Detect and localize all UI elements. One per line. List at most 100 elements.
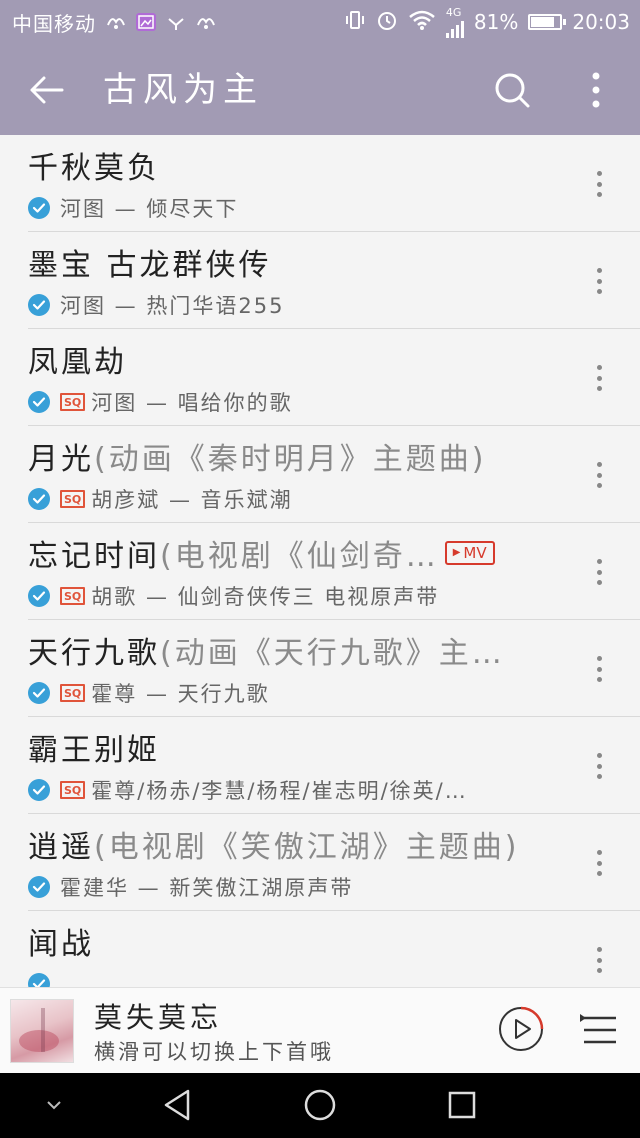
sq-quality-badge: SQ: [60, 684, 86, 702]
song-more-button[interactable]: [584, 749, 614, 783]
sq-quality-badge: SQ: [60, 781, 86, 799]
song-meta-line: SQ 霍尊 — 天行九歌: [28, 678, 548, 708]
album-art[interactable]: [10, 999, 74, 1063]
song-meta-line: 河图 — 倾尽天下: [28, 193, 548, 223]
song-meta-line: 河图 — 热门华语255: [28, 290, 548, 320]
sq-quality-badge: SQ: [60, 490, 86, 508]
dot: [596, 850, 602, 855]
back-button[interactable]: [22, 66, 70, 114]
downloaded-check-icon: [28, 391, 50, 413]
signal-strength-icon: [445, 18, 464, 38]
song-more-button[interactable]: [584, 264, 614, 298]
song-row-5[interactable]: 忘记时间 (电视剧《仙剑奇… ▶ MV SQ 胡歌 — 仙剑奇侠传三 电视原声带: [0, 523, 640, 620]
dot: [596, 753, 602, 758]
sq-quality-badge: SQ: [60, 587, 86, 605]
wifi-icon: [408, 9, 436, 36]
song-row-9[interactable]: 闻战: [0, 911, 640, 987]
song-row-1[interactable]: 千秋莫负 河图 — 倾尽天下: [0, 135, 640, 232]
dot: [596, 860, 602, 866]
battery-icon: [528, 14, 567, 30]
sq-quality-badge: SQ: [60, 393, 86, 411]
song-subtitle: (动画《秦时明月》主题曲): [94, 442, 487, 477]
playlist-queue-button[interactable]: [578, 1012, 622, 1048]
song-title-line: 凤凰劫: [28, 337, 548, 381]
dot: [596, 947, 602, 952]
song-row-6[interactable]: 天行九歌 (动画《天行九歌》主… SQ 霍尊 — 天行九歌: [0, 620, 640, 717]
song-row-2[interactable]: 墨宝 古龙群侠传 河图 — 热门华语255: [0, 232, 640, 329]
status-bar: 中国移动 4G 81% 20:03: [0, 0, 640, 44]
dot: [596, 774, 602, 779]
now-playing-title: 莫失莫忘: [94, 1001, 223, 1034]
battery-percent-label: 81%: [473, 10, 519, 34]
alarm-icon: [376, 9, 398, 36]
song-title: 凤凰劫: [28, 345, 127, 380]
wechat-notification-icon: [166, 13, 186, 31]
downloaded-check-icon: [28, 876, 50, 898]
song-more-button[interactable]: [584, 555, 614, 589]
song-row-4[interactable]: 月光 (动画《秦时明月》主题曲) SQ 胡彦斌 — 音乐斌潮: [0, 426, 640, 523]
mv-badge[interactable]: ▶ MV: [444, 541, 495, 565]
network-type-label: 4G: [445, 5, 462, 19]
back-arrow-icon: [30, 76, 64, 104]
song-title: 逍遥: [28, 830, 94, 865]
dot: [596, 666, 602, 672]
bird-notification-icon-2: [196, 13, 216, 31]
song-row-3[interactable]: 凤凰劫 SQ 河图 — 唱给你的歌: [0, 329, 640, 426]
song-subtitle: (电视剧《仙剑奇…: [160, 539, 439, 574]
dot: [596, 472, 602, 478]
song-row-8[interactable]: 逍遥 (电视剧《笑傲江湖》主题曲) 霍建华 — 新笑傲江湖原声带: [0, 814, 640, 911]
more-vertical-icon: [592, 72, 600, 108]
song-more-button[interactable]: [584, 846, 614, 880]
now-playing-bar[interactable]: 莫失莫忘 横滑可以切换上下首哦: [0, 987, 640, 1073]
song-more-button[interactable]: [584, 167, 614, 201]
downloaded-check-icon: [28, 779, 50, 801]
song-more-button[interactable]: [584, 943, 614, 977]
search-icon: [495, 73, 530, 108]
app-header: 古风为主: [0, 44, 640, 135]
dot: [596, 181, 602, 187]
dot: [596, 375, 602, 381]
dot: [596, 483, 602, 488]
bird-notification-icon: [106, 13, 126, 31]
song-title: 千秋莫负: [28, 151, 160, 186]
nav-back-button[interactable]: [148, 1083, 208, 1127]
dot: [596, 386, 602, 391]
song-title-line: 闻战: [28, 919, 548, 963]
dot: [596, 559, 602, 564]
song-title-line: 逍遥 (电视剧《笑傲江湖》主题曲): [28, 822, 548, 866]
song-meta-line: 霍建华 — 新笑傲江湖原声带: [28, 872, 548, 902]
page-title: 古风为主: [103, 70, 263, 110]
nav-home-button[interactable]: [290, 1083, 350, 1127]
song-artist-album: 胡彦斌 — 音乐斌潮: [91, 488, 293, 512]
song-artist-album: 河图 — 唱给你的歌: [91, 391, 293, 415]
dot: [596, 968, 602, 973]
carrier-label: 中国移动: [12, 11, 96, 36]
search-button[interactable]: [486, 66, 538, 114]
gallery-notification-icon: [136, 13, 156, 31]
song-more-button[interactable]: [584, 458, 614, 492]
song-more-button[interactable]: [584, 652, 614, 686]
dot: [596, 268, 602, 273]
song-subtitle: (动画《天行九歌》主…: [160, 636, 505, 671]
song-meta-line: [28, 969, 548, 987]
song-meta-line: SQ 霍尊/杨赤/李慧/杨程/崔志明/徐英/…: [28, 775, 548, 805]
overflow-menu-button[interactable]: [576, 66, 616, 114]
song-artist-album: 霍建华 — 新笑傲江湖原声带: [60, 876, 354, 900]
song-title-line: 天行九歌 (动画《天行九歌》主…: [28, 628, 548, 672]
chevron-down-icon: [47, 1101, 61, 1110]
song-title: 天行九歌: [28, 636, 160, 671]
song-row-7[interactable]: 霸王别姬 SQ 霍尊/杨赤/李慧/杨程/崔志明/徐英/…: [0, 717, 640, 814]
song-list[interactable]: 千秋莫负 河图 — 倾尽天下 墨宝 古龙群侠传 河图 — 热门华语255 凤凰劫…: [0, 135, 640, 987]
nav-recents-button[interactable]: [432, 1083, 492, 1127]
song-title-line: 忘记时间 (电视剧《仙剑奇… ▶ MV: [28, 531, 548, 575]
song-title: 闻战: [28, 927, 94, 962]
dot: [596, 462, 602, 467]
nav-hide-button[interactable]: [24, 1083, 84, 1127]
song-meta-line: SQ 胡歌 — 仙剑奇侠传三 电视原声带: [28, 581, 548, 611]
song-more-button[interactable]: [584, 361, 614, 395]
song-artist-album: 霍尊 — 天行九歌: [91, 682, 270, 706]
song-title-line: 月光 (动画《秦时明月》主题曲): [28, 434, 548, 478]
play-button[interactable]: [497, 1005, 545, 1053]
dot: [596, 957, 602, 963]
song-artist-album: 胡歌 — 仙剑奇侠传三 电视原声带: [91, 585, 440, 609]
